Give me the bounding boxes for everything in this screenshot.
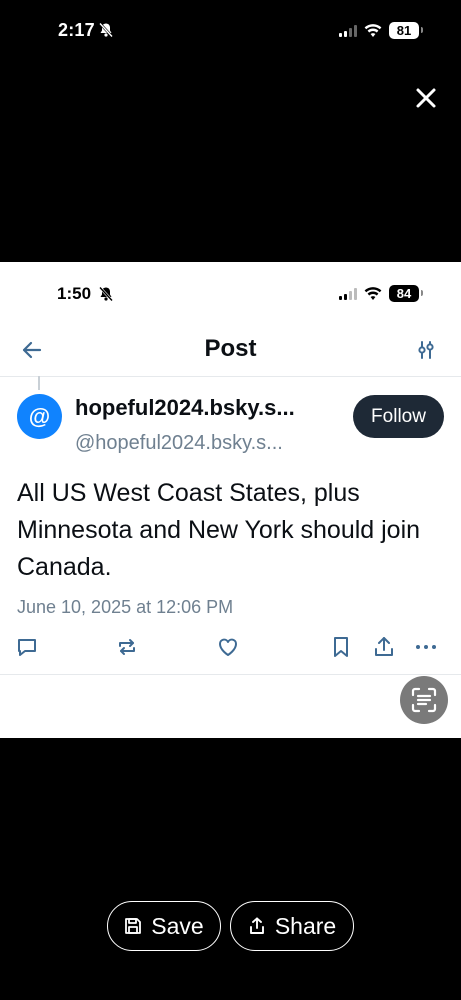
like-icon[interactable] (216, 635, 240, 659)
author-handle[interactable]: @hopeful2024.bsky.s... (75, 432, 345, 455)
cellular-signal-icon (339, 24, 357, 37)
actions-divider (0, 674, 461, 675)
live-text-button[interactable] (400, 676, 448, 724)
wifi-icon (364, 23, 382, 37)
save-label: Save (151, 912, 204, 939)
cellular-signal-icon (339, 287, 357, 300)
inner-status-time: 1:50 (57, 284, 92, 303)
bookmark-icon[interactable] (329, 635, 353, 659)
share-button[interactable]: Share (230, 901, 354, 951)
thread-connector-line (38, 376, 40, 390)
outer-status-bar: 2:17 81 (0, 0, 461, 62)
inner-status-indicators: 84 (339, 285, 423, 302)
save-button[interactable]: Save (107, 901, 221, 951)
page-title: Post (204, 335, 257, 362)
save-icon (125, 918, 142, 934)
reply-icon[interactable] (15, 635, 39, 659)
text-scan-icon (411, 687, 437, 713)
post-timestamp: June 10, 2025 at 12:06 PM (17, 597, 234, 617)
author-display-name[interactable]: hopeful2024.bsky.s... (75, 395, 345, 421)
battery-indicator: 84 (389, 285, 423, 302)
thread-settings-icon[interactable] (414, 338, 438, 362)
close-icon[interactable] (414, 86, 438, 110)
bell-slash-icon (99, 286, 113, 302)
follow-button[interactable]: Follow (353, 395, 444, 438)
outer-status-time: 2:17 (58, 20, 95, 40)
repost-icon[interactable] (115, 635, 139, 659)
screenshot-preview: 1:50 84 Post @ hopeful2024.bsky.s... @ho… (0, 262, 461, 738)
post-text: All US West Coast States, plus Minnesota… (17, 479, 421, 581)
header-divider (0, 376, 461, 377)
share-label: Share (274, 912, 337, 939)
avatar[interactable]: @ (17, 394, 62, 439)
share-icon[interactable] (372, 635, 396, 659)
wifi-icon (364, 286, 382, 300)
outer-status-indicators: 81 (339, 22, 423, 39)
share-icon (249, 917, 264, 934)
bell-slash-icon (99, 22, 113, 38)
more-icon[interactable] (414, 635, 438, 659)
battery-indicator: 81 (389, 22, 423, 39)
